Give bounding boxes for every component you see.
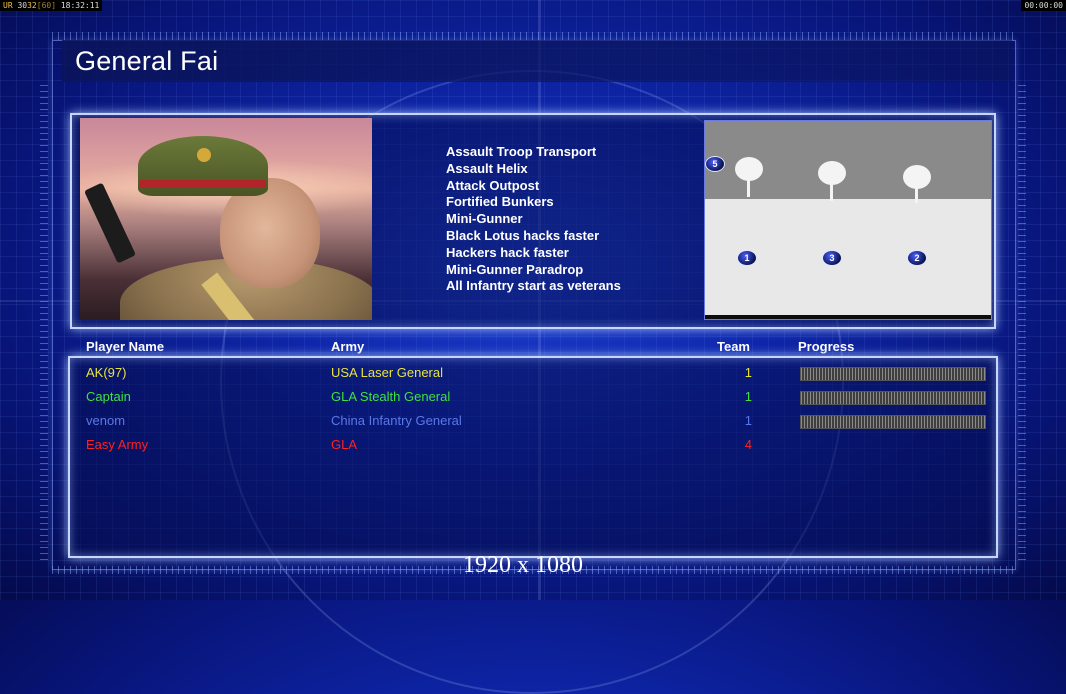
header-player-name: Player Name xyxy=(86,339,165,354)
player-team: 1 xyxy=(744,389,752,404)
player-army: GLA xyxy=(331,437,358,452)
fps-b: 32 xyxy=(27,1,37,10)
player-team: 4 xyxy=(744,437,752,452)
player-name: venom xyxy=(86,413,126,428)
unit-item: Black Lotus hacks faster xyxy=(446,227,600,243)
map-bottom-edge xyxy=(705,315,991,319)
map-tree xyxy=(818,161,846,185)
start-position-marker[interactable]: 5 xyxy=(705,156,725,172)
map-preview: 5 1 3 2 xyxy=(704,120,992,320)
cap-badge-shape xyxy=(197,148,211,162)
player-team: 1 xyxy=(744,413,752,428)
player-name: Captain xyxy=(86,389,131,404)
player-team: 1 xyxy=(744,365,752,380)
general-title: General Fai xyxy=(75,46,219,76)
unit-item: Assault Helix xyxy=(446,160,528,176)
resolution-label: 1920 x 1080 xyxy=(463,552,583,578)
map-tree-stem xyxy=(747,179,750,197)
general-portrait xyxy=(80,118,372,320)
loading-progress-fill xyxy=(801,368,985,380)
player-row: venom China Infantry General 1 xyxy=(86,413,986,433)
loading-progress-bar xyxy=(800,415,986,429)
player-row: Captain GLA Stealth General 1 xyxy=(86,389,986,409)
loading-progress-bar xyxy=(800,367,986,381)
players-table-panel xyxy=(68,356,998,558)
unit-item: All Infantry start as veterans xyxy=(446,278,621,294)
ruler-right xyxy=(1018,80,1026,560)
unit-item: Hackers hack faster xyxy=(446,244,569,260)
start-position-marker[interactable]: 3 xyxy=(822,250,842,266)
fps-a: 30 xyxy=(17,1,28,10)
debug-fps-bar: UR 3032[60] 18:32:11 xyxy=(0,0,103,11)
map-tree-stem xyxy=(915,185,918,203)
player-row: AK(97) USA Laser General 1 xyxy=(86,365,986,385)
fps-prefix: UR xyxy=(3,1,13,10)
cap-band-shape xyxy=(140,180,266,188)
loading-progress-fill xyxy=(801,416,985,428)
ruler-top xyxy=(52,32,1014,40)
map-tree-stem xyxy=(830,183,833,201)
map-tree xyxy=(735,157,763,181)
unit-list: Assault Troop Transport Assault Helix At… xyxy=(446,144,621,295)
start-position-marker[interactable]: 2 xyxy=(907,250,927,266)
debug-clock: 18:32:11 xyxy=(60,1,100,10)
loading-progress-bar xyxy=(800,391,986,405)
unit-item: Assault Troop Transport xyxy=(446,144,597,159)
header-army: Army xyxy=(331,339,365,354)
player-army: USA Laser General xyxy=(331,365,444,380)
unit-item: Attack Outpost xyxy=(446,177,540,193)
player-army: GLA Stealth General xyxy=(331,389,451,404)
player-name: Easy Army xyxy=(86,437,149,452)
debug-timer: 00:00:00 xyxy=(1021,0,1066,11)
ruler-left xyxy=(40,80,48,560)
fps-c: [60] xyxy=(36,1,57,10)
unit-item: Mini-Gunner Paradrop xyxy=(446,261,584,277)
start-position-marker[interactable]: 1 xyxy=(737,250,757,266)
header-progress: Progress xyxy=(798,339,855,354)
unit-item: Mini-Gunner xyxy=(446,211,523,227)
unit-item: Fortified Bunkers xyxy=(446,194,554,210)
loading-progress-fill xyxy=(801,392,985,404)
player-army: China Infantry General xyxy=(331,413,462,428)
header-team: Team xyxy=(717,339,750,354)
player-row: Easy Army GLA 4 xyxy=(86,437,986,457)
player-name: AK(97) xyxy=(86,365,127,380)
